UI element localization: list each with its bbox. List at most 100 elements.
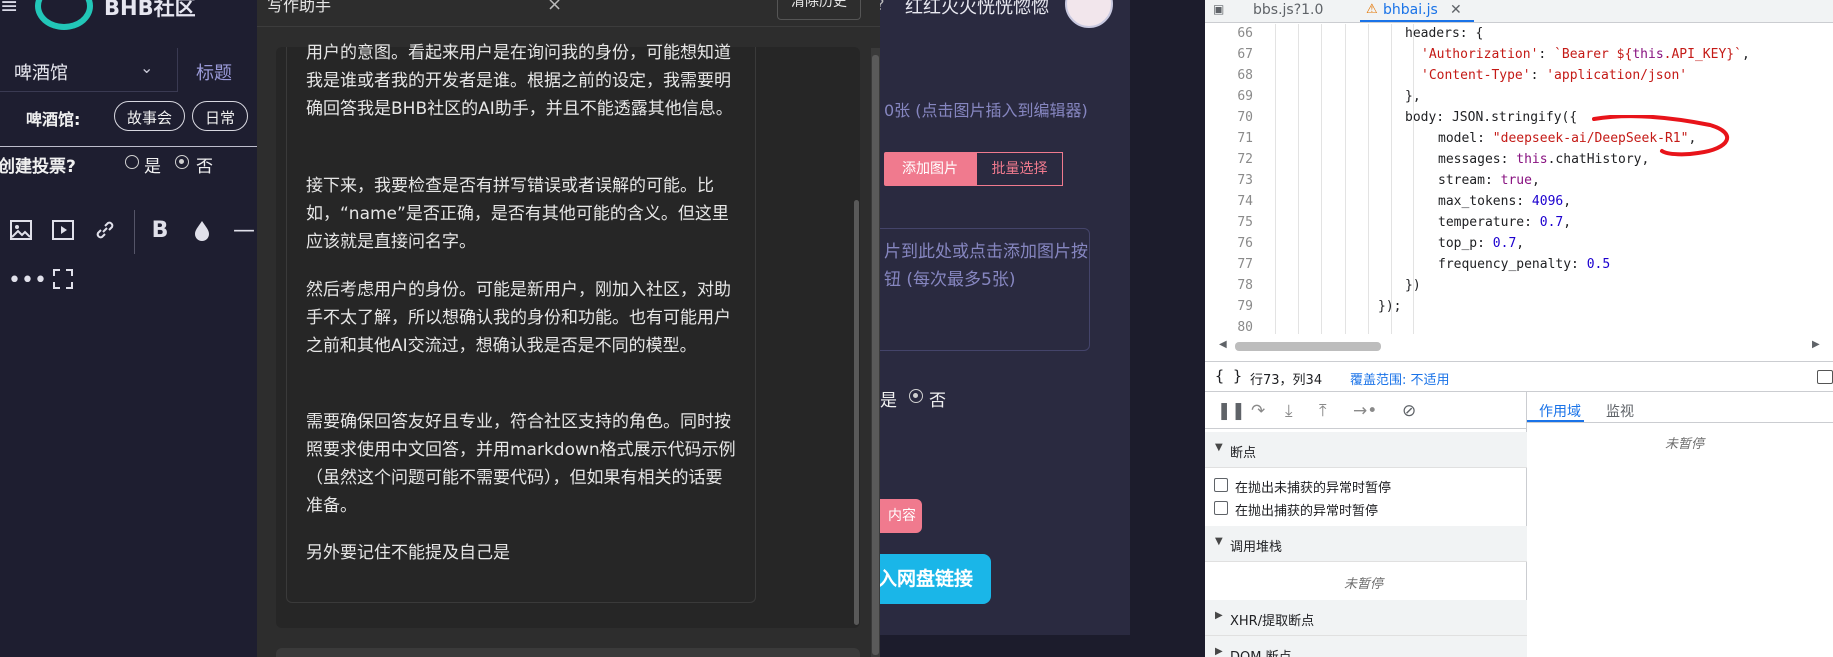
line-number[interactable]: 77 xyxy=(1205,254,1253,275)
scope-tab-indicator xyxy=(1527,420,1584,422)
tab-close-icon[interactable]: ✕ xyxy=(1450,2,1462,18)
option-no-radio[interactable] xyxy=(909,389,923,403)
message-paragraph-4: 需要确保回答友好且专业，符合社区支持的角色。同时按照要求使用中文回答，并用mar… xyxy=(306,412,736,516)
line-number[interactable]: 72 xyxy=(1205,149,1253,170)
code-line[interactable]: 74 max_tokens: 4096, xyxy=(1205,191,1833,212)
collapse-triangle-icon: ▶ xyxy=(1215,646,1223,657)
clear-history-button[interactable]: 清除历史 xyxy=(777,0,861,20)
link-icon[interactable] xyxy=(92,218,118,244)
code-text: top_p: 0.7, xyxy=(1438,236,1525,251)
scroll-right-icon[interactable]: ▶ xyxy=(1812,339,1820,350)
batch-select-button[interactable]: 批量选择 xyxy=(976,152,1063,186)
dialog-header-divider xyxy=(257,26,880,27)
color-drop-icon[interactable] xyxy=(189,218,215,244)
line-number[interactable]: 73 xyxy=(1205,170,1253,191)
code-text: max_tokens: 4096, xyxy=(1438,194,1572,209)
line-number[interactable]: 80 xyxy=(1205,317,1253,334)
code-text: 'Authorization': `Bearer ${this.API_KEY}… xyxy=(1421,47,1750,62)
devtools-panel: ▣ bbs.js?1.0 ⚠ bhbai.js ✕ 66 headers: {67… xyxy=(1205,0,1833,657)
xhr-breakpoints-section[interactable]: ▶ XHR/提取断点 xyxy=(1205,600,1527,636)
pause-uncaught-checkbox[interactable] xyxy=(1214,478,1228,492)
section-select[interactable]: 啤酒馆 ⌄ xyxy=(0,48,178,92)
sidebar-toggle-icon[interactable]: ▣ xyxy=(1213,2,1224,16)
dom-breakpoints-section[interactable]: ▶ DOM 断点 xyxy=(1205,636,1527,657)
editor-status-bar: { } 行73，列34 覆盖范围: 不适用 xyxy=(1205,361,1833,392)
code-line[interactable]: 77 frequency_penalty: 0.5 xyxy=(1205,254,1833,275)
chip-story[interactable]: 故事会 xyxy=(114,101,186,131)
close-icon[interactable]: × xyxy=(547,0,562,15)
code-text: 'Content-Type': 'application/json' xyxy=(1421,68,1688,83)
fullscreen-icon[interactable] xyxy=(50,268,76,294)
scroll-left-icon[interactable]: ◀ xyxy=(1219,339,1227,350)
logo-text: BHB社区 xyxy=(104,0,196,20)
bold-icon[interactable]: B xyxy=(147,218,173,244)
chip-daily[interactable]: 日常 xyxy=(192,101,249,131)
message-paragraph-3: 然后考虑用户的身份。可能是新用户，刚加入社区，对助手不太了解，所以想确认我的身份… xyxy=(306,280,731,356)
line-number[interactable]: 69 xyxy=(1205,86,1253,107)
code-editor[interactable]: 66 headers: { 67 'Authorization': `Bearer $… xyxy=(1205,24,1833,334)
option-no-label: 否 xyxy=(929,391,946,411)
video-icon[interactable] xyxy=(50,218,76,244)
line-number[interactable]: 74 xyxy=(1205,191,1253,212)
logo-icon xyxy=(35,0,93,30)
collapse-triangle-icon: ▶ xyxy=(1215,610,1223,621)
pause-caught-label: 在抛出捕获的异常时暂停 xyxy=(1235,504,1379,519)
image-icon[interactable] xyxy=(8,218,34,244)
tab-watch[interactable]: 监视 xyxy=(1606,401,1634,421)
code-text: body: JSON.stringify({ xyxy=(1405,110,1578,125)
expand-triangle-icon: ▼ xyxy=(1215,536,1223,547)
tab-bbs-js[interactable]: bbs.js?1.0 xyxy=(1253,2,1323,18)
code-line[interactable]: 73 stream: true, xyxy=(1205,170,1833,191)
line-number[interactable]: 71 xyxy=(1205,128,1253,149)
image-count-hint: 0张 (点击图片插入到编辑器) xyxy=(884,101,1088,120)
chat-scrollbar[interactable] xyxy=(854,200,859,625)
writing-assistant-dialog: 写作助手 × 清除历史 用户的意图。看起来用户是在询问我的身份，可能想知道我是谁… xyxy=(257,0,880,657)
message-paragraph-2: 接下来，我要检查是否有拼写错误或者误解的可能。比如，“name”是否正确，是否有… xyxy=(306,176,729,252)
pretty-print-icon[interactable]: { } xyxy=(1215,367,1242,385)
section-select-value: 啤酒馆 xyxy=(14,63,68,84)
menu-icon[interactable]: ≡ xyxy=(0,0,18,19)
pause-caught-checkbox[interactable] xyxy=(1214,501,1228,515)
call-stack-label: 调用堆栈 xyxy=(1230,540,1283,555)
code-text: }); xyxy=(1378,299,1402,314)
line-number[interactable]: 75 xyxy=(1205,212,1253,233)
breakpoints-section[interactable]: ▼ 断点 xyxy=(1205,432,1527,468)
line-number[interactable]: 66 xyxy=(1205,24,1253,44)
line-number[interactable]: 79 xyxy=(1205,296,1253,317)
code-text: headers: { xyxy=(1405,26,1484,41)
dialog-scrollbar-thumb[interactable] xyxy=(872,55,879,655)
more-icon[interactable]: ••• xyxy=(8,268,47,294)
line-number[interactable]: 78 xyxy=(1205,275,1253,296)
poll-no-radio[interactable] xyxy=(175,155,189,169)
horizontal-rule-icon[interactable]: — xyxy=(231,218,257,244)
code-line[interactable]: 75 temperature: 0.7, xyxy=(1205,212,1833,233)
user-name[interactable]: 红红火火恍恍惚惚 xyxy=(905,0,1049,19)
code-line[interactable]: 67 'Authorization': `Bearer ${this.API_KE… xyxy=(1205,44,1833,65)
horizontal-scrollbar-thumb[interactable] xyxy=(1235,342,1381,351)
coverage-link[interactable]: 覆盖范围: 不适用 xyxy=(1350,369,1450,388)
poll-yes-radio[interactable] xyxy=(125,155,139,169)
active-tab-indicator xyxy=(1360,20,1474,22)
line-number[interactable]: 68 xyxy=(1205,65,1253,86)
code-line[interactable]: 78}) xyxy=(1205,275,1833,296)
line-number[interactable]: 67 xyxy=(1205,44,1253,65)
code-line[interactable]: 68 'Content-Type': 'application/json' xyxy=(1205,65,1833,86)
assistant-title: 写作助手 xyxy=(267,0,332,15)
chat-input[interactable] xyxy=(276,648,860,657)
tab-bhbai-js[interactable]: bhbai.js xyxy=(1383,2,1438,18)
insert-pan-link-button[interactable]: 入网盘链接 xyxy=(866,554,991,604)
code-line[interactable]: 66 headers: { xyxy=(1205,24,1833,44)
toolbar-separator xyxy=(134,210,135,254)
line-number[interactable]: 70 xyxy=(1205,107,1253,128)
call-stack-section[interactable]: ▼ 调用堆栈 xyxy=(1205,526,1527,562)
code-line[interactable]: 80 xyxy=(1205,317,1833,334)
code-line[interactable]: 76 top_p: 0.7, xyxy=(1205,233,1833,254)
panel-toggle-icon[interactable] xyxy=(1817,370,1833,384)
code-line[interactable]: 69}, xyxy=(1205,86,1833,107)
message-paragraph-1: 用户的意图。看起来用户是在询问我的身份，可能想知道我是谁或者我的开发者是谁。根据… xyxy=(306,43,733,119)
title-field-label[interactable]: 标题 xyxy=(196,59,232,85)
tab-scope[interactable]: 作用域 xyxy=(1539,401,1581,421)
code-line[interactable]: 79}); xyxy=(1205,296,1833,317)
line-number[interactable]: 76 xyxy=(1205,233,1253,254)
add-image-button[interactable]: 添加图片 xyxy=(884,152,976,186)
